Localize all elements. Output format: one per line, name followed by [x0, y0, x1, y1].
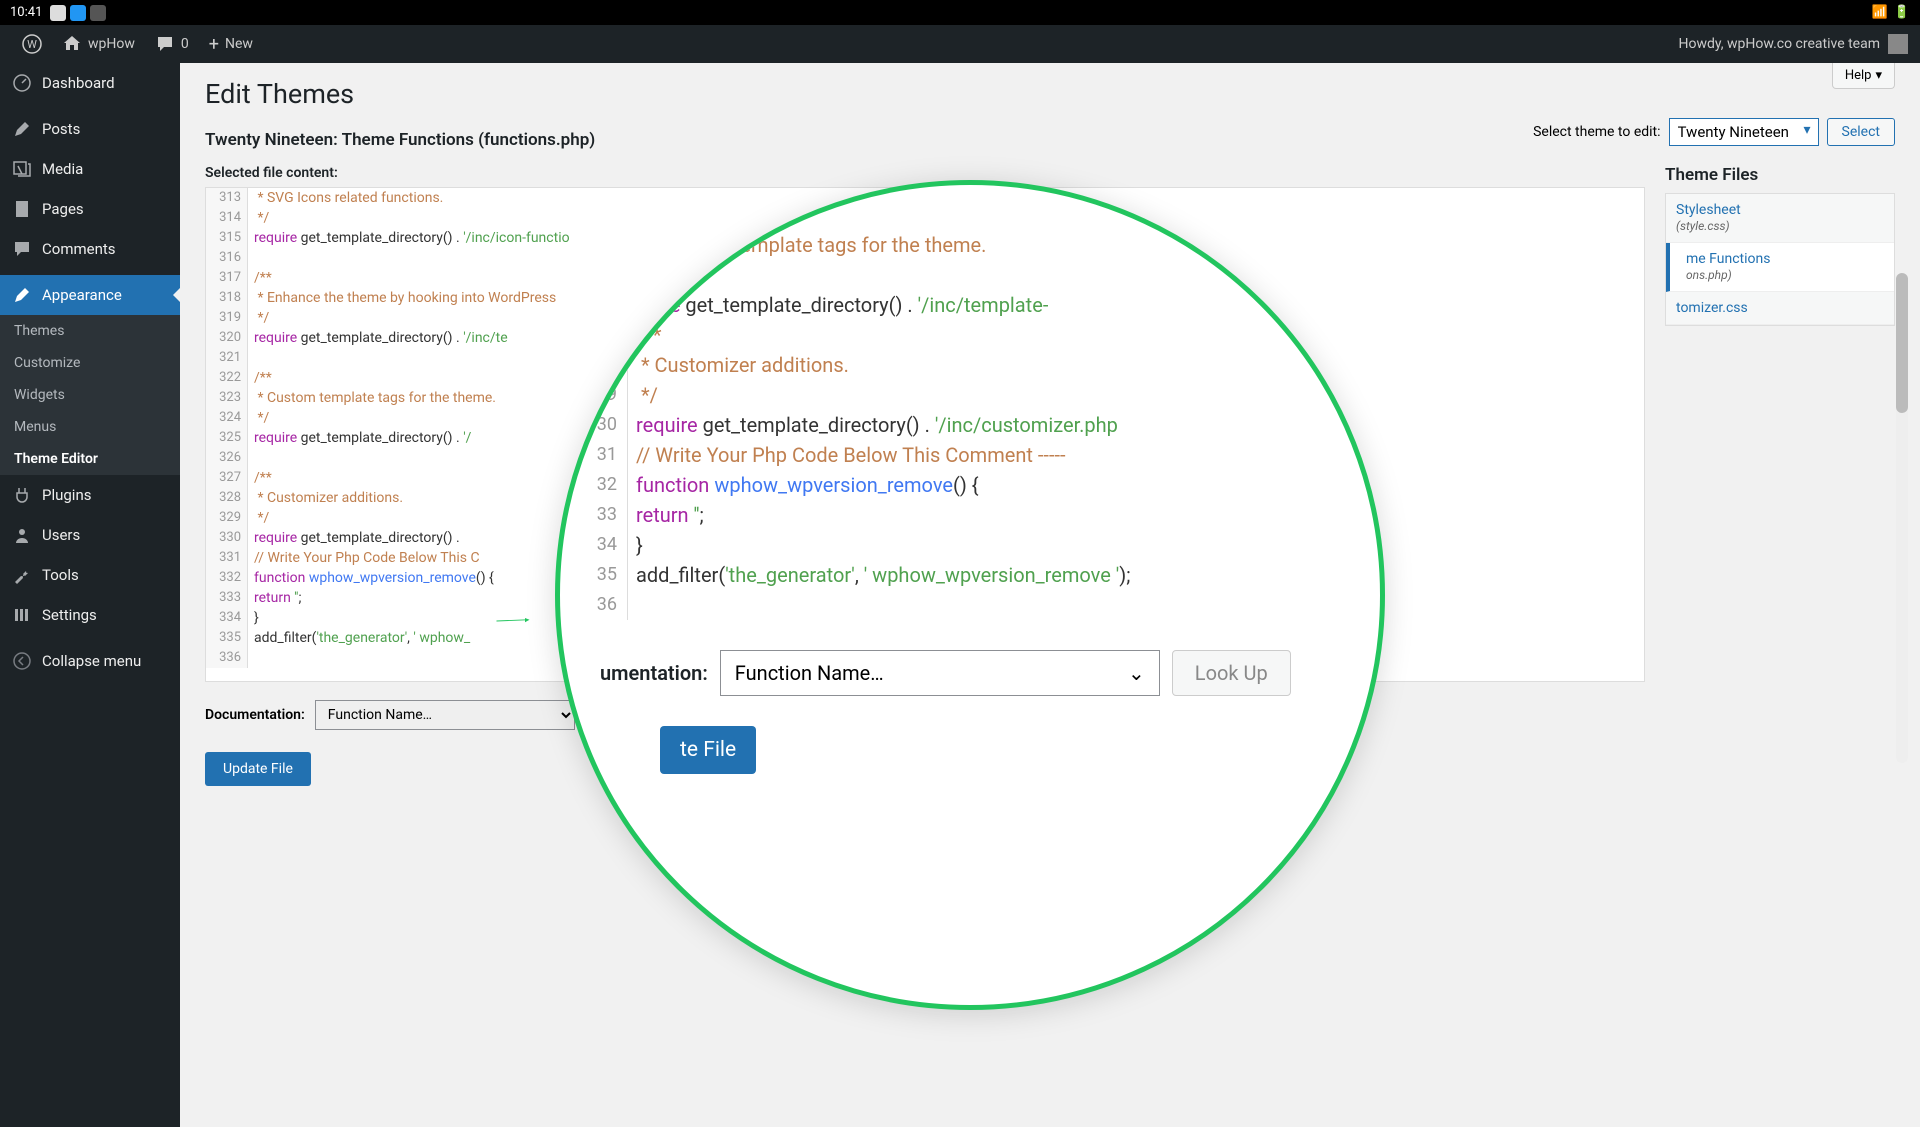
theme-file-item[interactable]: me Functionsons.php) [1666, 243, 1894, 292]
mag-doc-label: umentation: [600, 661, 708, 685]
status-time: 10:41 [10, 5, 42, 20]
theme-selector: Select theme to edit: Twenty Nineteen Se… [1533, 118, 1895, 146]
help-button[interactable]: Help▾ [1832, 63, 1895, 89]
chevron-down-icon: ▾ [1875, 68, 1882, 83]
mag-lookup-button[interactable]: Look Up [1172, 650, 1291, 696]
avatar[interactable] [1888, 34, 1908, 54]
submenu-menus[interactable]: Menus [0, 411, 180, 443]
select-theme-label: Select theme to edit: [1533, 124, 1660, 140]
mag-code-line: quire get_template_directory() . '/inc/t… [580, 290, 1360, 320]
documentation-label: Documentation: [205, 707, 305, 723]
app-icon [70, 5, 86, 21]
function-select[interactable]: Function Name… [315, 700, 575, 730]
mag-code-line: 32function wphow_wpversion_remove() { [580, 470, 1360, 500]
menu-pages[interactable]: Pages [0, 189, 180, 229]
mag-code-line: 35add_filter('the_generator', ' wphow_wp… [580, 560, 1360, 590]
svg-text:W: W [27, 38, 37, 51]
mag-function-select[interactable]: Function Name… ⌄ [720, 650, 1160, 696]
theme-files-heading: Theme Files [1665, 165, 1895, 185]
admin-sidebar: Dashboard Posts Media Pages Comments App… [0, 63, 180, 1127]
site-name: wpHow [88, 36, 135, 52]
theme-file-list: Stylesheet(style.css)me Functionsons.php… [1665, 193, 1895, 326]
submenu-themes[interactable]: Themes [0, 315, 180, 347]
wifi-icon: 📶 [1872, 5, 1888, 20]
menu-collapse[interactable]: Collapse menu [0, 641, 180, 681]
selected-file-label: Selected file content: [205, 165, 1645, 181]
battery-icon: 🔋 [1894, 5, 1910, 20]
menu-posts[interactable]: Posts [0, 109, 180, 149]
menu-media[interactable]: Media [0, 149, 180, 189]
wp-logo[interactable]: W [12, 34, 52, 54]
chevron-down-icon: ⌄ [1128, 661, 1145, 685]
submenu-appearance: Themes Customize Widgets Menus Theme Edi… [0, 315, 180, 475]
magnifier-callout: om template tags for the theme. quire ge… [555, 180, 1385, 1010]
submenu-widgets[interactable]: Widgets [0, 379, 180, 411]
wp-admin-bar: W wpHow 0 + New Howdy, wpHow.co creative… [0, 25, 1920, 63]
update-file-button[interactable]: Update File [205, 752, 311, 786]
drive-icon [50, 5, 66, 21]
mag-code-line: * Customizer additions. [580, 350, 1360, 380]
mag-code-line: 30require get_template_directory() . '/i… [580, 410, 1360, 440]
scrollbar-thumb[interactable] [1896, 273, 1908, 413]
comments-link[interactable]: 0 [145, 34, 199, 54]
mag-code-line: 33return ''; [580, 500, 1360, 530]
mag-code-line: 31// Write Your Php Code Below This Comm… [580, 440, 1360, 470]
howdy-text[interactable]: Howdy, wpHow.co creative team [1679, 36, 1880, 52]
new-label: New [225, 36, 253, 52]
new-link[interactable]: + New [199, 34, 263, 55]
theme-file-item[interactable]: tomizer.css [1666, 292, 1894, 325]
mag-code-line: /** [580, 320, 1360, 350]
select-button[interactable]: Select [1827, 118, 1895, 146]
menu-plugins[interactable]: Plugins [0, 475, 180, 515]
menu-tools[interactable]: Tools [0, 555, 180, 595]
theme-select[interactable]: Twenty Nineteen [1669, 118, 1819, 146]
submenu-customize[interactable]: Customize [0, 347, 180, 379]
shield-icon [90, 5, 106, 21]
menu-dashboard[interactable]: Dashboard [0, 63, 180, 103]
mag-update-button[interactable]: te File [660, 726, 756, 774]
submenu-theme-editor[interactable]: Theme Editor [0, 443, 180, 475]
mag-code-line: 34} [580, 530, 1360, 560]
device-status-bar: 10:41 📶 🔋 [0, 0, 1920, 25]
menu-settings[interactable]: Settings [0, 595, 180, 635]
page-title: Edit Themes [205, 78, 1895, 110]
mag-code-line: 29 */ [580, 380, 1360, 410]
theme-file-item[interactable]: Stylesheet(style.css) [1666, 194, 1894, 243]
mag-code-line: 36 [580, 590, 1360, 620]
menu-appearance[interactable]: Appearance [0, 275, 180, 315]
comments-count: 0 [181, 36, 189, 52]
scrollbar[interactable] [1896, 273, 1908, 763]
menu-comments[interactable]: Comments [0, 229, 180, 269]
site-link[interactable]: wpHow [52, 34, 145, 54]
menu-users[interactable]: Users [0, 515, 180, 555]
